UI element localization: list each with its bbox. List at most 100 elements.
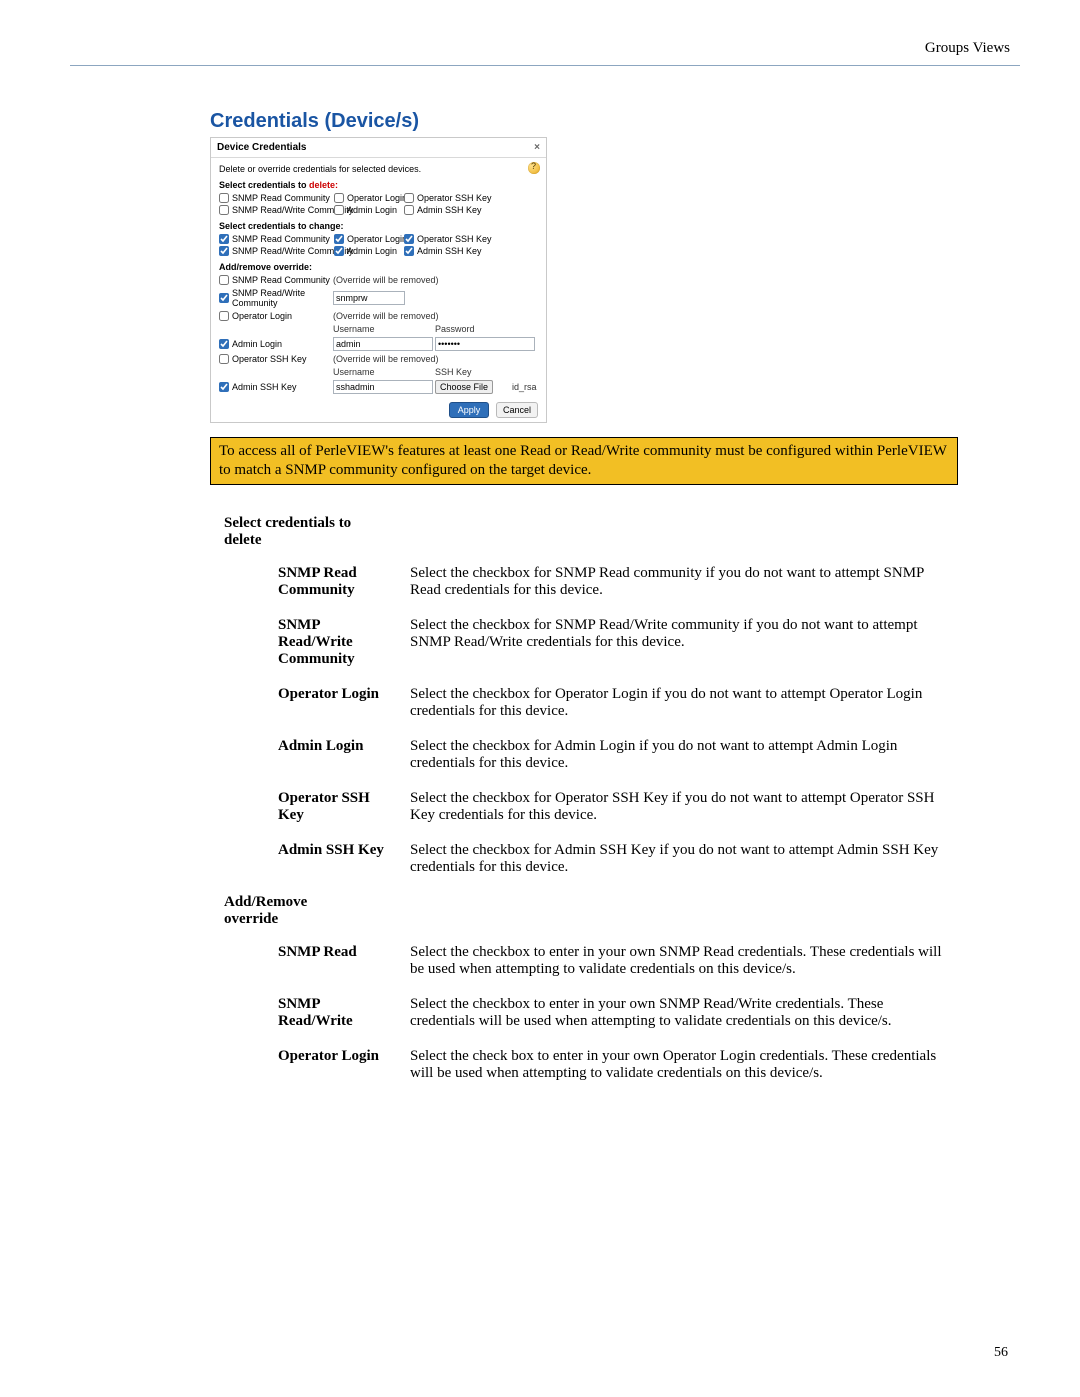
def-row: Operator SSH Key Select the checkbox for… bbox=[278, 790, 1010, 824]
label-snmp-read-3: SNMP Read Community bbox=[232, 275, 330, 285]
delete-operator-ssh-checkbox[interactable] bbox=[404, 193, 414, 203]
delete-subhead-pre: Select credentials to bbox=[219, 180, 309, 190]
def-term: SNMP Read Community bbox=[278, 565, 388, 599]
delete-def-list: SNMP Read Community Select the checkbox … bbox=[278, 565, 1010, 876]
label-admin-ssh-2: Admin SSH Key bbox=[417, 246, 482, 256]
def-term: Operator SSH Key bbox=[278, 790, 388, 824]
delete-operator-login-checkbox[interactable] bbox=[334, 193, 344, 203]
override-op-login-note: (Override will be removed) bbox=[333, 311, 552, 321]
def-row: SNMP Read Community Select the checkbox … bbox=[278, 565, 1010, 599]
page-number: 56 bbox=[994, 1345, 1008, 1361]
cancel-button[interactable]: Cancel bbox=[496, 402, 538, 418]
apply-button[interactable]: Apply bbox=[449, 402, 490, 418]
label-admin-login-3: Admin Login bbox=[232, 339, 282, 349]
label-op-ssh-2: Operator SSH Key bbox=[417, 234, 492, 244]
def-term: SNMP Read/Write Community bbox=[278, 617, 388, 668]
def-term: Admin Login bbox=[278, 738, 388, 755]
close-icon[interactable]: × bbox=[534, 142, 540, 153]
delete-admin-ssh-checkbox[interactable] bbox=[404, 205, 414, 215]
label-op-login-3: Operator Login bbox=[232, 311, 292, 321]
def-row: SNMP Read/Write Select the checkbox to e… bbox=[278, 996, 1010, 1030]
defs-override-heading: Add/Remove override bbox=[224, 894, 354, 928]
label-admin-ssh-3: Admin SSH Key bbox=[232, 382, 297, 392]
override-admin-ssh-checkbox[interactable] bbox=[219, 382, 229, 392]
override-snmp-read-checkbox[interactable] bbox=[219, 275, 229, 285]
label-snmp-read-2: SNMP Read Community bbox=[232, 234, 330, 244]
delete-grid: SNMP Read Community Operator Login Opera… bbox=[219, 193, 538, 215]
override-operator-login-checkbox[interactable] bbox=[219, 311, 229, 321]
override-snmp-rw-checkbox[interactable] bbox=[219, 293, 229, 303]
change-snmp-read-checkbox[interactable] bbox=[219, 234, 229, 244]
def-body: Select the checkbox for Admin Login if y… bbox=[410, 738, 950, 772]
def-row: Operator Login Select the check box to e… bbox=[278, 1048, 1010, 1082]
def-term: Admin SSH Key bbox=[278, 842, 388, 859]
def-body: Select the checkbox for Admin SSH Key if… bbox=[410, 842, 950, 876]
col-username-2: Username bbox=[333, 367, 433, 377]
header-right: Groups Views bbox=[70, 40, 1020, 57]
label-op-login: Operator Login bbox=[347, 193, 407, 203]
override-def-list: SNMP Read Select the checkbox to enter i… bbox=[278, 944, 1010, 1082]
def-body: Select the checkbox for Operator Login i… bbox=[410, 686, 950, 720]
def-term: Operator Login bbox=[278, 686, 388, 703]
delete-subhead: Select credentials to delete: bbox=[219, 180, 538, 190]
device-credentials-panel: Device Credentials × Delete or override … bbox=[210, 137, 547, 423]
defs-delete-heading: Select credentials to delete bbox=[224, 515, 354, 549]
content: Credentials (Device/s) Device Credential… bbox=[210, 110, 1010, 1082]
override-op-ssh-note: (Override will be removed) bbox=[333, 354, 552, 364]
change-grid: SNMP Read Community Operator Login Opera… bbox=[219, 234, 538, 256]
page: Groups Views Credentials (Device/s) Devi… bbox=[0, 0, 1080, 1397]
panel-body: Delete or override credentials for selec… bbox=[211, 158, 546, 422]
header-divider bbox=[70, 65, 1020, 66]
def-row: SNMP Read/Write Community Select the che… bbox=[278, 617, 1010, 668]
def-body: Select the checkbox to enter in your own… bbox=[410, 944, 950, 978]
override-admin-ssh-username-input[interactable] bbox=[333, 380, 433, 394]
warning-note: To access all of PerleVIEW's features at… bbox=[210, 437, 958, 485]
delete-subhead-red: delete: bbox=[309, 180, 338, 190]
delete-admin-login-checkbox[interactable] bbox=[334, 205, 344, 215]
choose-file-button[interactable]: Choose File bbox=[435, 380, 493, 394]
override-operator-ssh-checkbox[interactable] bbox=[219, 354, 229, 364]
panel-title: Device Credentials bbox=[217, 142, 307, 153]
col-username: Username bbox=[333, 324, 433, 334]
change-subhead: Select credentials to change: bbox=[219, 221, 538, 231]
def-term: SNMP Read bbox=[278, 944, 388, 961]
def-body: Select the checkbox for SNMP Read commun… bbox=[410, 565, 950, 599]
override-admin-password-input[interactable] bbox=[435, 337, 535, 351]
change-admin-login-checkbox[interactable] bbox=[334, 246, 344, 256]
def-body: Select the checkbox to enter in your own… bbox=[410, 996, 950, 1030]
def-row: Admin SSH Key Select the checkbox for Ad… bbox=[278, 842, 1010, 876]
panel-titlebar: Device Credentials × bbox=[211, 138, 546, 158]
label-snmp-read: SNMP Read Community bbox=[232, 193, 330, 203]
override-grid: SNMP Read Community (Override will be re… bbox=[219, 275, 538, 394]
col-password: Password bbox=[435, 324, 552, 334]
def-body: Select the check box to enter in your ow… bbox=[410, 1048, 950, 1082]
delete-snmp-read-checkbox[interactable] bbox=[219, 193, 229, 203]
label-admin-login-2: Admin Login bbox=[347, 246, 397, 256]
label-op-ssh-3: Operator SSH Key bbox=[232, 354, 307, 364]
def-body: Select the checkbox for SNMP Read/Write … bbox=[410, 617, 950, 651]
override-snmp-rw-input[interactable] bbox=[333, 291, 405, 305]
def-row: Operator Login Select the checkbox for O… bbox=[278, 686, 1010, 720]
label-admin-login: Admin Login bbox=[347, 205, 397, 215]
panel-buttons: Apply Cancel bbox=[219, 402, 538, 418]
label-admin-ssh: Admin SSH Key bbox=[417, 205, 482, 215]
override-admin-username-input[interactable] bbox=[333, 337, 433, 351]
def-term: SNMP Read/Write bbox=[278, 996, 388, 1030]
label-snmp-rw-3: SNMP Read/Write Community bbox=[232, 288, 331, 308]
chosen-file-name: id_rsa bbox=[512, 382, 552, 392]
panel-description: Delete or override credentials for selec… bbox=[219, 164, 538, 174]
def-row: SNMP Read Select the checkbox to enter i… bbox=[278, 944, 1010, 978]
change-snmp-rw-checkbox[interactable] bbox=[219, 246, 229, 256]
override-snmp-read-note: (Override will be removed) bbox=[333, 275, 552, 285]
label-op-ssh: Operator SSH Key bbox=[417, 193, 492, 203]
change-operator-login-checkbox[interactable] bbox=[334, 234, 344, 244]
change-admin-ssh-checkbox[interactable] bbox=[404, 246, 414, 256]
override-subhead: Add/remove override: bbox=[219, 262, 538, 272]
delete-snmp-rw-checkbox[interactable] bbox=[219, 205, 229, 215]
label-op-login-2: Operator Login bbox=[347, 234, 407, 244]
override-admin-login-checkbox[interactable] bbox=[219, 339, 229, 349]
definitions: Select credentials to delete SNMP Read C… bbox=[210, 515, 1010, 1082]
change-operator-ssh-checkbox[interactable] bbox=[404, 234, 414, 244]
help-icon[interactable] bbox=[528, 162, 540, 174]
def-term: Operator Login bbox=[278, 1048, 388, 1065]
